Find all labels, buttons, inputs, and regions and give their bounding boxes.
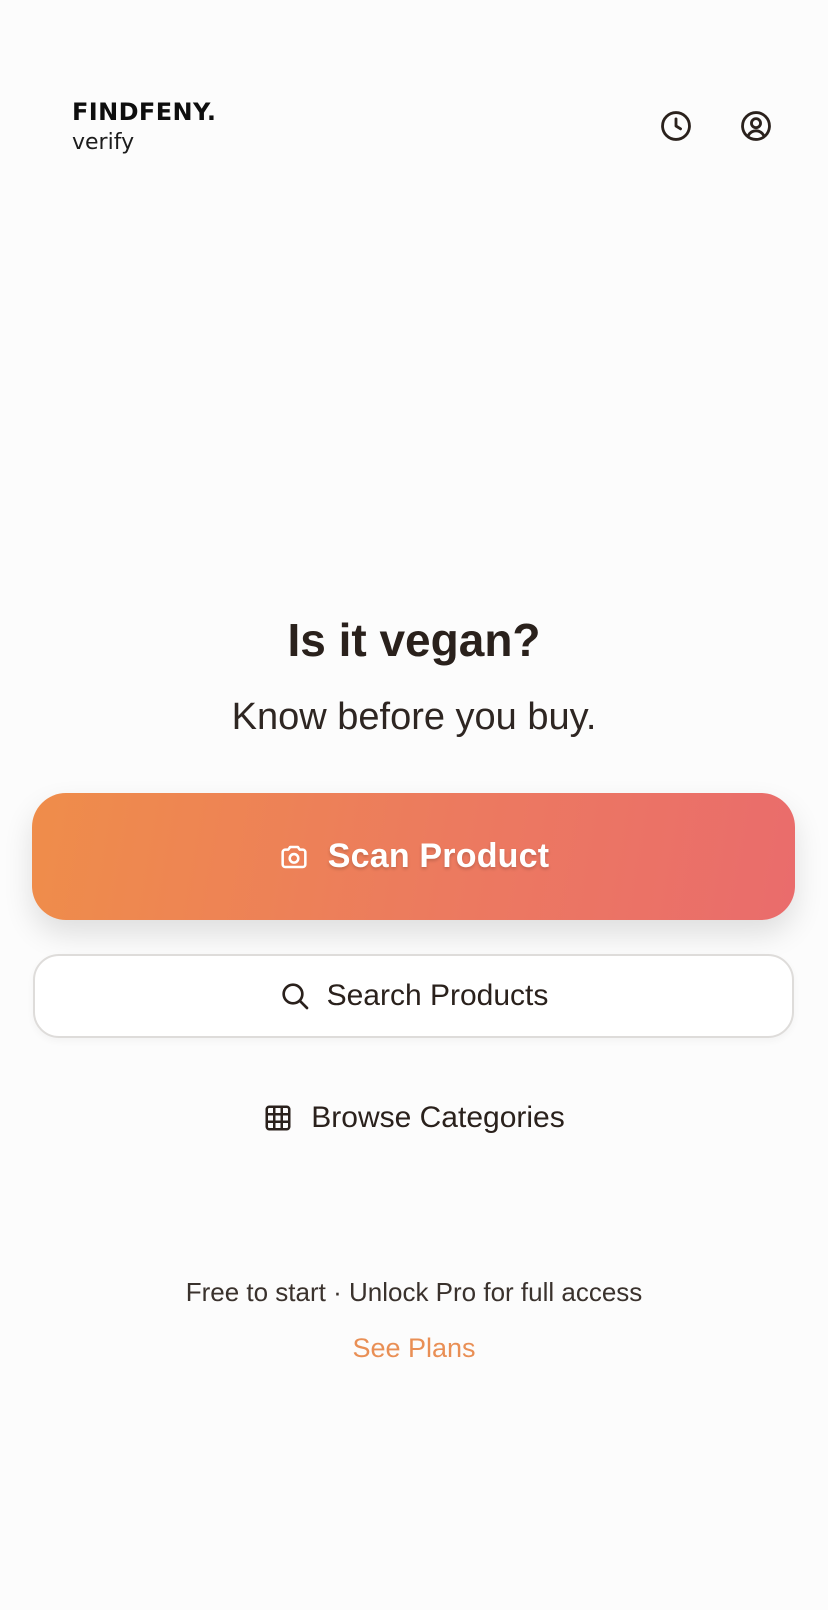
brand-logo: FINDFENY. verify	[72, 98, 216, 158]
app-header: FINDFENY. verify	[72, 98, 772, 162]
browse-categories-label: Browse Categories	[311, 1101, 565, 1134]
scan-product-button[interactable]: Scan Product	[32, 793, 795, 920]
brand-subtitle: verify	[72, 130, 135, 155]
clock-icon	[661, 111, 691, 141]
profile-button[interactable]	[734, 104, 778, 148]
pricing-note: Free to start · Unlock Pro for full acce…	[185, 1277, 643, 1307]
browse-categories-button[interactable]: Browse Categories	[0, 1092, 828, 1144]
camera-icon	[281, 845, 307, 868]
grid-icon	[265, 1105, 291, 1131]
scan-product-label: Scan Product	[327, 837, 550, 875]
search-products-button[interactable]: Search Products	[33, 954, 794, 1038]
search-products-label: Search Products	[326, 979, 549, 1012]
search-icon	[281, 983, 308, 1010]
see-plans-link[interactable]: See Plans	[0, 1330, 828, 1366]
brand-title: FINDFENY.	[72, 98, 217, 126]
history-button[interactable]	[654, 104, 698, 148]
user-circle-icon	[741, 111, 771, 141]
hero-subtitle: Know before you buy.	[231, 696, 597, 738]
hero-title: Is it vegan?	[287, 614, 541, 666]
